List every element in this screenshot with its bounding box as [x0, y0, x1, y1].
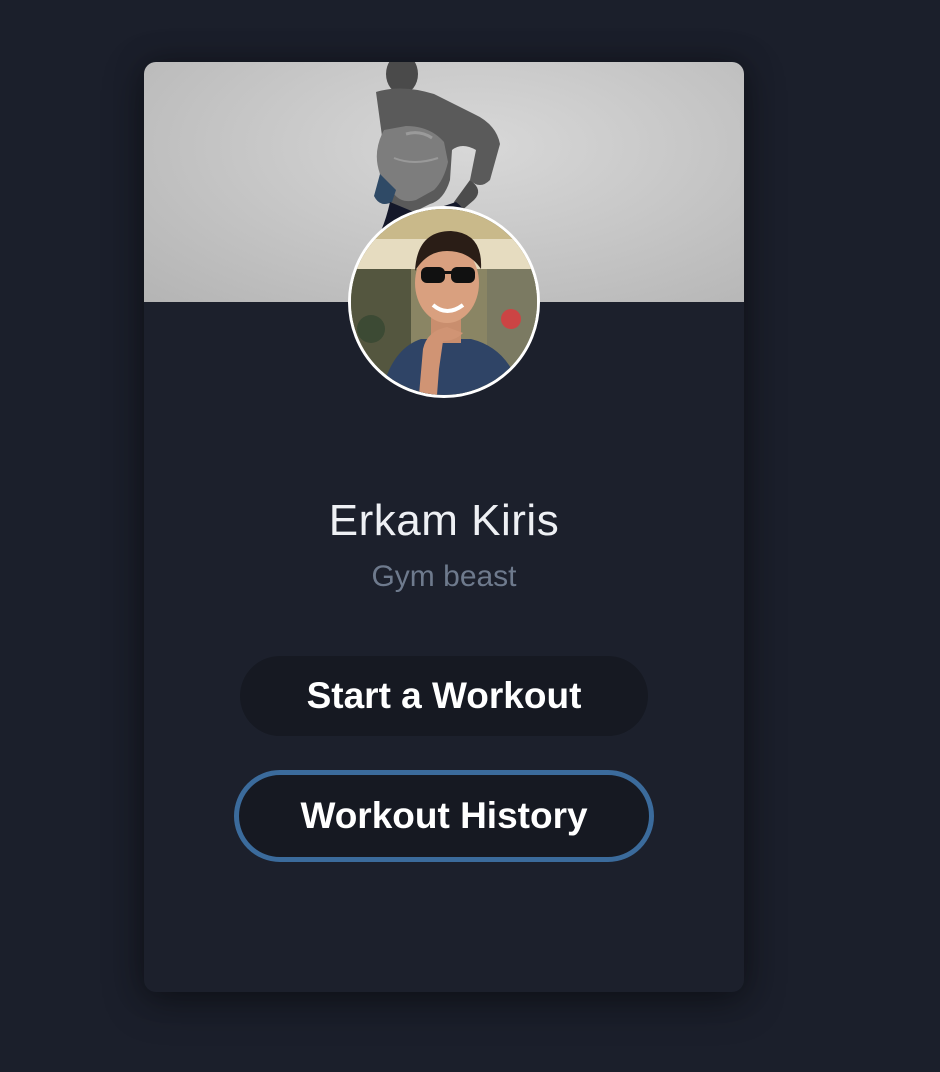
profile-photo-image [351, 209, 537, 395]
profile-card: Erkam Kiris Gym beast Start a Workout Wo… [144, 62, 744, 992]
profile-name: Erkam Kiris [328, 496, 560, 545]
workout-history-button[interactable]: Workout History [234, 770, 654, 862]
avatar[interactable] [348, 206, 540, 398]
start-workout-button[interactable]: Start a Workout [240, 656, 648, 736]
profile-tagline: Gym beast [371, 560, 517, 593]
